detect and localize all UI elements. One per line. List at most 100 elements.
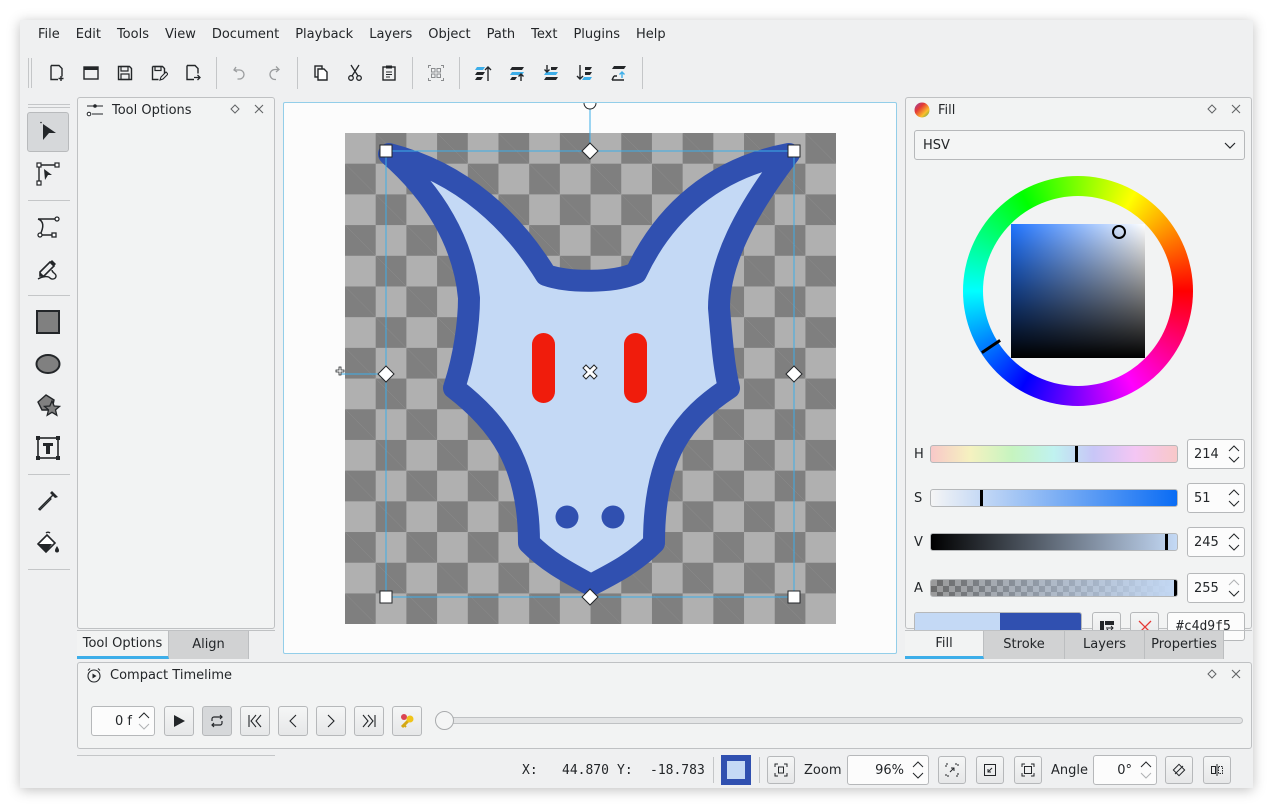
export-button[interactable]	[178, 58, 208, 88]
hue-spinbox[interactable]: 214	[1187, 439, 1245, 469]
menu-text[interactable]: Text	[523, 20, 565, 50]
value-slider[interactable]	[930, 533, 1178, 551]
zoom-fit-width-button[interactable]	[1014, 756, 1042, 784]
saturation-value-square[interactable]	[1011, 224, 1145, 358]
tool-ellipse[interactable]	[27, 344, 69, 384]
alpha-spinbox[interactable]: 255	[1187, 573, 1245, 603]
raise-to-top-button[interactable]	[468, 58, 498, 88]
rotate-handle[interactable]	[583, 103, 597, 110]
canvas-view[interactable]	[283, 102, 897, 654]
tool-edit-nodes[interactable]	[27, 154, 69, 194]
previous-frame-button[interactable]	[278, 706, 308, 736]
tab-stroke[interactable]: Stroke	[984, 631, 1065, 659]
scale-handle-right[interactable]	[785, 365, 803, 383]
tool-freehand[interactable]	[27, 249, 69, 289]
scale-handle-bottom-left[interactable]	[379, 590, 393, 604]
hue-slider-handle[interactable]	[1075, 446, 1079, 462]
menu-playback[interactable]: Playback	[287, 20, 361, 50]
flip-canvas-button[interactable]	[1203, 756, 1231, 784]
play-button[interactable]	[164, 706, 194, 736]
timeline-slider-handle[interactable]	[435, 711, 454, 730]
zoom-spinbox[interactable]: 96%	[847, 755, 929, 785]
menu-help[interactable]: Help	[628, 20, 674, 50]
undo-button[interactable]	[225, 58, 255, 88]
save-button[interactable]	[110, 58, 140, 88]
menu-tools[interactable]: Tools	[109, 20, 157, 50]
sv-picker-handle[interactable]	[1112, 225, 1126, 239]
cut-button[interactable]	[340, 58, 370, 88]
reset-rotation-button[interactable]	[1165, 756, 1193, 784]
open-button[interactable]	[76, 58, 106, 88]
saturation-spinbox[interactable]: 51	[1187, 483, 1245, 513]
fill-stroke-indicator[interactable]	[721, 755, 751, 785]
color-mode-select[interactable]: HSV	[914, 130, 1245, 160]
tab-layers[interactable]: Layers	[1065, 631, 1145, 659]
menu-plugins[interactable]: Plugins	[565, 20, 628, 50]
last-frame-button[interactable]	[354, 706, 384, 736]
alpha-slider-handle[interactable]	[1174, 580, 1177, 596]
move-to-layer-button[interactable]	[604, 58, 634, 88]
menu-document[interactable]: Document	[204, 20, 287, 50]
zoom-selection-button[interactable]	[767, 756, 795, 784]
menu-layers[interactable]: Layers	[361, 20, 420, 50]
tool-rectangle[interactable]	[27, 302, 69, 342]
zoom-fit-page-button[interactable]	[976, 756, 1004, 784]
left-nostril-shape[interactable]	[555, 505, 579, 529]
loop-toggle-button[interactable]	[202, 706, 232, 736]
tool-select[interactable]	[27, 112, 69, 152]
close-dock-button[interactable]	[252, 102, 266, 116]
hue-slider[interactable]	[930, 445, 1178, 463]
right-eye-shape[interactable]	[624, 333, 647, 403]
close-dock-button[interactable]	[1229, 667, 1243, 681]
tool-text[interactable]	[27, 428, 69, 468]
tool-bezier[interactable]	[27, 207, 69, 247]
scale-handle-top-left[interactable]	[379, 144, 393, 158]
menu-object[interactable]: Object	[420, 20, 478, 50]
menu-view[interactable]: View	[157, 20, 204, 50]
tab-tool-options[interactable]: Tool Options	[77, 631, 169, 659]
value-spinbox[interactable]: 245	[1187, 527, 1245, 557]
tool-fill[interactable]	[27, 523, 69, 563]
float-dock-button[interactable]	[228, 102, 242, 116]
tab-align[interactable]: Align	[169, 631, 249, 659]
lower-button[interactable]	[536, 58, 566, 88]
paste-button[interactable]	[374, 58, 404, 88]
menu-path[interactable]: Path	[479, 20, 524, 50]
float-dock-button[interactable]	[1205, 102, 1219, 116]
toolbox-handle[interactable]	[28, 104, 70, 108]
alpha-slider[interactable]	[930, 579, 1178, 597]
float-dock-button[interactable]	[1205, 667, 1219, 681]
right-nostril-shape[interactable]	[601, 505, 625, 529]
frame-spinbox[interactable]: 0 f	[91, 706, 155, 736]
scale-handle-bottom-right[interactable]	[787, 590, 801, 604]
record-keyframe-button[interactable]	[392, 706, 422, 736]
tab-fill[interactable]: Fill	[905, 631, 984, 659]
tab-properties[interactable]: Properties	[1145, 631, 1224, 659]
left-eye-shape[interactable]	[532, 333, 555, 403]
redo-button[interactable]	[259, 58, 289, 88]
new-document-button[interactable]	[42, 58, 72, 88]
scale-handle-top[interactable]	[581, 142, 599, 160]
raise-button[interactable]	[502, 58, 532, 88]
copy-button[interactable]	[306, 58, 336, 88]
saturation-slider-handle[interactable]	[979, 490, 983, 506]
timeline-slider[interactable]	[438, 717, 1243, 724]
toolbar-handle[interactable]	[28, 58, 32, 88]
next-frame-button[interactable]	[316, 706, 346, 736]
saturation-slider[interactable]	[930, 489, 1178, 507]
group-button[interactable]	[421, 58, 451, 88]
first-frame-button[interactable]	[240, 706, 270, 736]
lower-to-bottom-button[interactable]	[570, 58, 600, 88]
menu-file[interactable]: File	[30, 20, 68, 50]
zoom-fit-drawing-button[interactable]	[938, 756, 966, 784]
save-as-button[interactable]	[144, 58, 174, 88]
scale-handle-left[interactable]	[377, 365, 395, 383]
menu-edit[interactable]: Edit	[68, 20, 109, 50]
close-dock-button[interactable]	[1229, 102, 1243, 116]
value-slider-handle[interactable]	[1164, 534, 1168, 550]
tool-polygon-star[interactable]	[27, 386, 69, 426]
scale-handle-top-right[interactable]	[787, 144, 801, 158]
group-icon	[428, 65, 444, 81]
angle-spinbox[interactable]: 0°	[1093, 755, 1157, 785]
tool-color-picker[interactable]	[27, 481, 69, 521]
